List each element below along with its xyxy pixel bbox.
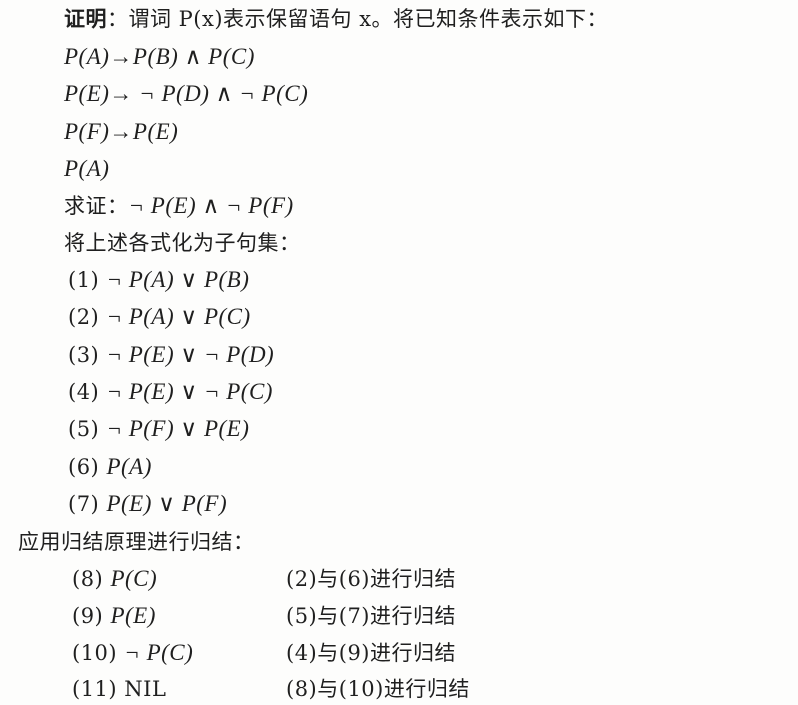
premise-2: P(E)→ ¬ P(D) ∧ ¬ P(C) (64, 81, 309, 106)
resolution-step-8: (8) P(C) (72, 566, 157, 592)
clause-5: (5) ¬ P(F) ∨ P(E) (68, 416, 249, 442)
step-number: (11) (72, 677, 118, 701)
clause-expression: P(E) ∨ P(F) (106, 491, 228, 516)
step-number: (10) (72, 641, 118, 665)
clause-expression: ¬ P(F) ∨ P(E) (106, 416, 250, 441)
clause-1: (1) ¬ P(A) ∨ P(B) (68, 267, 249, 293)
proof-label: 证明 (64, 6, 107, 31)
clause-number: (4) (68, 380, 100, 404)
premise-4: P(A) (64, 156, 110, 181)
goal-label: 求证： (64, 194, 129, 218)
clause-expression: ¬ P(E) ∨ ¬ P(C) (106, 379, 273, 404)
step-number: (9) (72, 604, 104, 628)
proof-heading-text: ：谓词 P(x)表示保留语句 x。将已知条件表示如下： (107, 7, 609, 31)
resolution-reason-9: (5)与(7)进行归结 (286, 604, 456, 628)
clause-4: (4) ¬ P(E) ∨ ¬ P(C) (68, 379, 273, 405)
clause-number: (2) (68, 305, 100, 329)
clause-expression: ¬ P(A) ∨ P(C) (106, 304, 251, 329)
clause-number: (6) (68, 455, 100, 479)
resolution-reason-8: (2)与(6)进行归结 (286, 567, 456, 591)
resolution-intro: 应用归结原理进行归结： (18, 530, 255, 554)
premise-3: P(F)→P(E) (64, 119, 179, 144)
clause-number: (7) (68, 492, 100, 516)
clause-expression: ¬ P(A) ∨ P(B) (106, 267, 250, 292)
goal-expression: ¬ P(E) ∧ ¬ P(F) (128, 193, 294, 218)
resolution-step-10: (10) ¬ P(C) (72, 640, 193, 666)
resolution-reason-11: (8)与(10)进行归结 (286, 677, 470, 701)
clause-number: (1) (68, 268, 100, 292)
clause-number: (5) (68, 417, 100, 441)
step-expression: ¬ P(C) (124, 640, 194, 665)
clause-3: (3) ¬ P(E) ∨ ¬ P(D) (68, 342, 274, 368)
resolution-reason-10: (4)与(9)进行归结 (286, 641, 456, 665)
proof-heading: 证明：谓词 P(x)表示保留语句 x。将已知条件表示如下： (64, 6, 608, 32)
resolution-step-11: (11) NIL (72, 676, 166, 702)
clause-7: (7) P(E) ∨ P(F) (68, 491, 227, 517)
premise-1: P(A)→P(B) ∧ P(C) (64, 44, 255, 69)
step-expression: P(C) (110, 566, 158, 591)
clause-expression: P(A) (106, 454, 152, 479)
step-expression: NIL (124, 677, 167, 701)
resolution-step-9: (9) P(E) (72, 603, 156, 629)
clause-expression: ¬ P(E) ∨ ¬ P(D) (106, 342, 275, 367)
goal-line: 求证：¬ P(E) ∧ ¬ P(F) (64, 193, 294, 219)
step-number: (8) (72, 567, 104, 591)
document-page: 证明：谓词 P(x)表示保留语句 x。将已知条件表示如下： P(A)→P(B) … (0, 0, 798, 705)
step-expression: P(E) (110, 603, 156, 628)
clause-2: (2) ¬ P(A) ∨ P(C) (68, 304, 251, 330)
clause-6: (6) P(A) (68, 454, 152, 480)
clause-number: (3) (68, 343, 100, 367)
clause-intro: 将上述各式化为子句集： (64, 231, 301, 255)
